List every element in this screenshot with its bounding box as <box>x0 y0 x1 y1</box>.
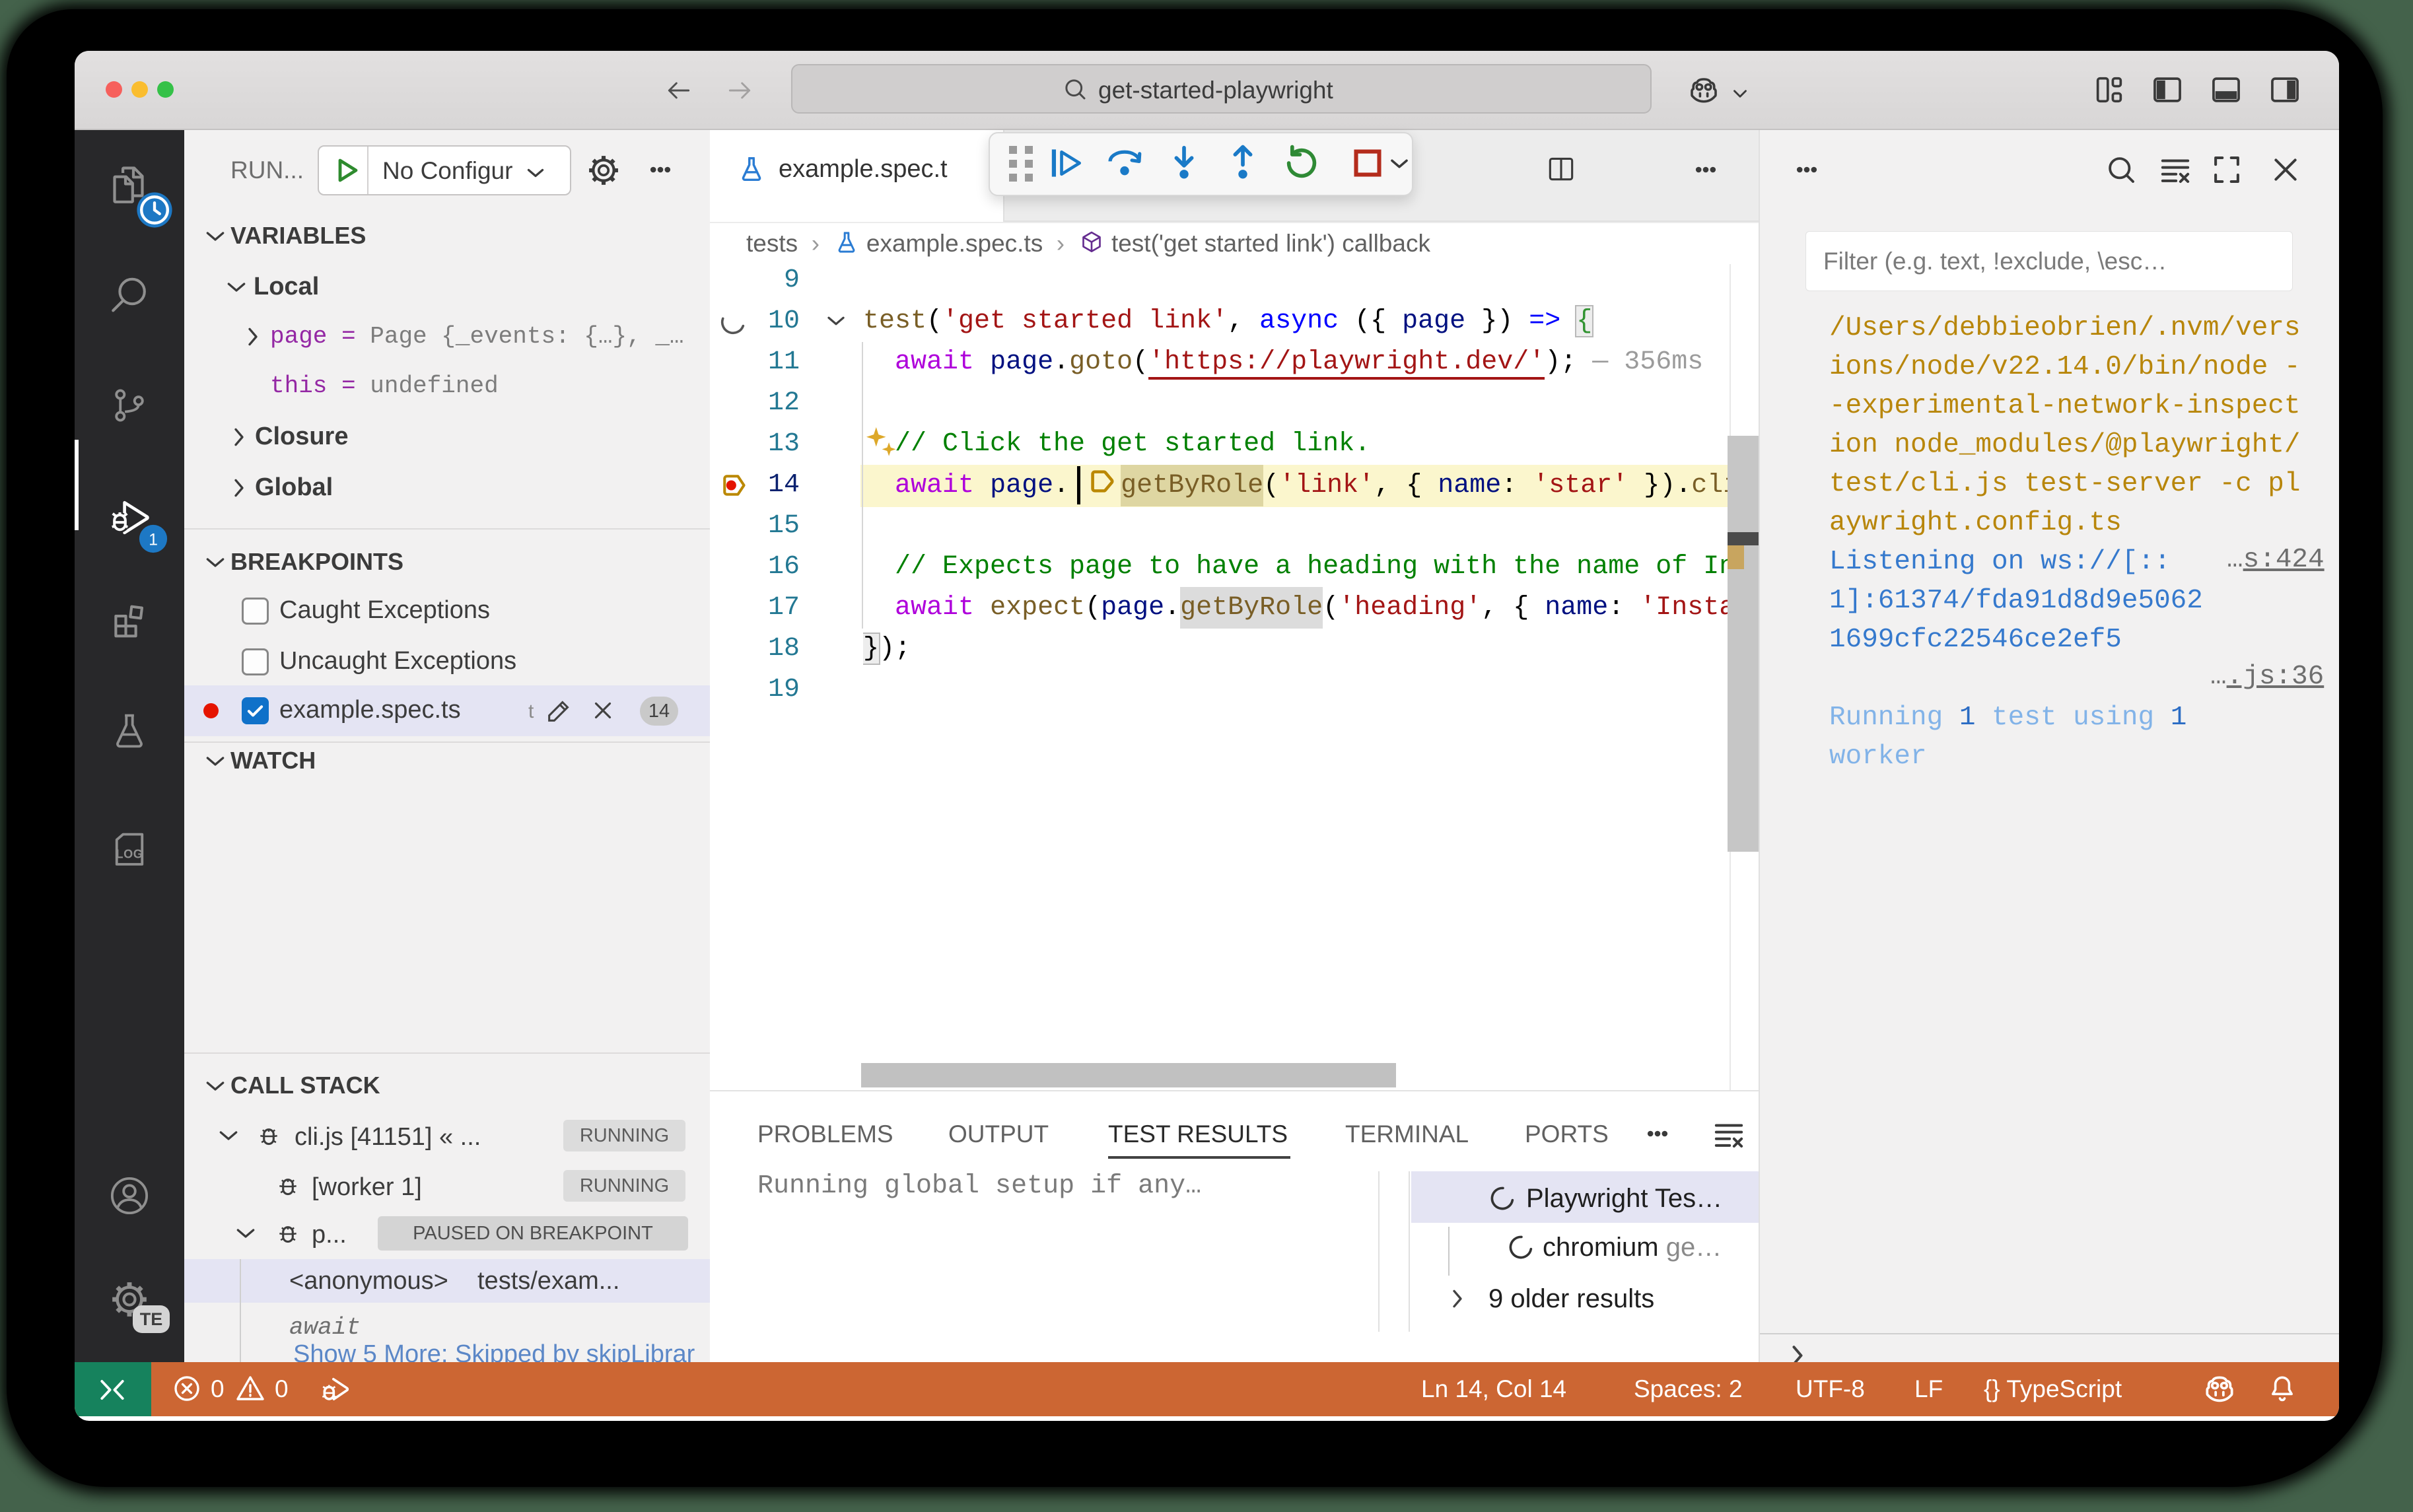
svg-text:LOG: LOG <box>116 847 143 860</box>
svg-text:1: 1 <box>149 531 158 549</box>
